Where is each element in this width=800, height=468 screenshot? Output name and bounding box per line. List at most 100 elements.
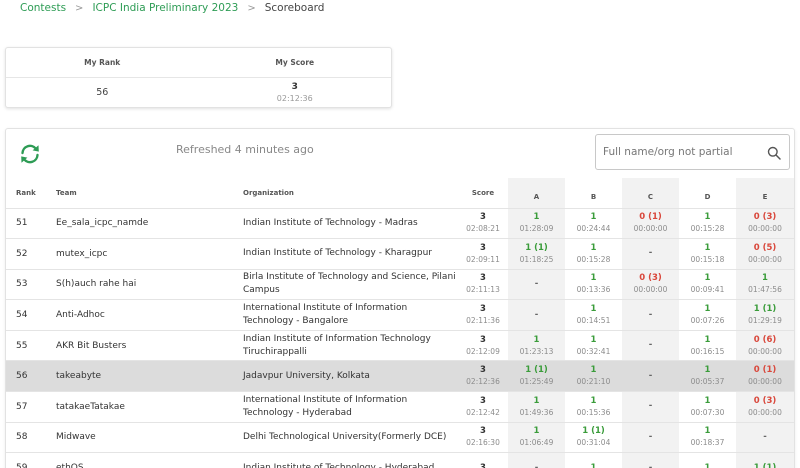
organization-name: International Institute of Information T… (243, 391, 458, 423)
organization-name: Indian Institute of Technology - Kharagp… (243, 238, 458, 270)
column-header-problem-b[interactable]: B (565, 178, 622, 209)
column-header-rank[interactable]: Rank (6, 178, 56, 209)
score-cell: 3 02:12:09 (458, 330, 508, 362)
problem-time: 01:23:13 (519, 346, 554, 356)
problem-result: 1 (590, 304, 597, 315)
problem-result: 1 (590, 365, 597, 376)
problem-time: 00:00:00 (633, 224, 668, 234)
problem-result: 1 (590, 212, 597, 223)
problem-result: - (648, 370, 653, 381)
table-row: 58 Midwave Delhi Technological University(… (6, 422, 794, 454)
problem-result: 1 (704, 365, 711, 376)
problem-result: 1 (1) (753, 304, 777, 315)
problem-cell-b: 1 00:32:41 (565, 330, 622, 362)
problem-result: 1 (590, 242, 597, 253)
rank-cell: 57 (6, 391, 56, 423)
problem-cell-c: - (622, 330, 679, 362)
breadcrumb-current: Scoreboard (264, 2, 325, 14)
column-header-organization[interactable]: Organization (243, 178, 458, 209)
problem-cell-d: 1 00:05:37 (679, 360, 736, 393)
column-header-problem-e[interactable]: E (736, 178, 794, 209)
search-box (595, 134, 790, 170)
column-header-team[interactable]: Team (56, 178, 243, 209)
my-rank-value: 56 (96, 87, 109, 98)
table-row: 55 AKR Bit Busters Indian Institute of Inf… (6, 330, 794, 362)
score-time: 02:11:13 (466, 285, 500, 295)
column-header-problem-a[interactable]: A (508, 178, 565, 209)
rank-cell: 53 (6, 269, 56, 301)
problem-cell-b: 1 00:14:51 (565, 299, 622, 331)
problem-time: 00:15:36 (576, 407, 611, 417)
problem-cell-b: 1 00:24:44 (565, 208, 622, 240)
problem-result: 0 (1) (639, 212, 662, 223)
score-value: 3 (480, 212, 486, 223)
problem-cell-e: 0 (1) 00:00:00 (736, 360, 794, 393)
problem-result: 1 (704, 395, 711, 406)
refresh-icon[interactable] (18, 142, 42, 166)
problem-result: 1 (590, 273, 597, 284)
problem-cell-a: 1 (1) 01:18:25 (508, 238, 565, 270)
problem-result: 1 (1) (582, 426, 605, 437)
problem-time: 01:28:09 (519, 224, 554, 234)
problem-cell-c: - (622, 422, 679, 454)
rank-cell: 59 (6, 452, 56, 468)
problem-time: 01:06:49 (519, 438, 554, 448)
problem-time: 00:18:37 (690, 438, 725, 448)
rank-cell: 54 (6, 299, 56, 331)
search-icon[interactable] (767, 146, 781, 160)
problem-result: 0 (5) (753, 242, 777, 253)
score-time: 02:12:09 (466, 346, 500, 356)
organization-name: Indian Institute of Information Technolo… (243, 330, 458, 362)
breadcrumb-separator: > (247, 2, 256, 14)
problem-cell-e: 0 (3) 00:00:00 (736, 391, 794, 423)
problem-result: 0 (3) (639, 273, 662, 284)
organization-name: Jadavpur University, Kolkata (243, 360, 458, 393)
score-time: 02:09:11 (466, 254, 500, 264)
problem-result: 1 (704, 426, 711, 437)
team-name[interactable]: takeabyte (56, 360, 243, 393)
column-header-score[interactable]: Score (458, 178, 508, 209)
problem-result: 1 (762, 273, 768, 284)
problem-result: - (534, 309, 539, 320)
team-name[interactable]: Ee_sala_icpc_namde (56, 208, 243, 240)
organization-name: Birla Institute of Technology and Scienc… (243, 269, 458, 301)
problem-time: 00:07:26 (690, 316, 725, 326)
my-summary-values: 56 3 02:12:36 (6, 78, 391, 108)
breadcrumb-contests-link[interactable]: Contests (20, 2, 66, 14)
problem-cell-b: 1 (1) 00:31:04 (565, 422, 622, 454)
problem-time: 00:13:36 (576, 285, 611, 295)
column-header-problem-d[interactable]: D (679, 178, 736, 209)
team-name[interactable]: AKR Bit Busters (56, 330, 243, 362)
team-name[interactable]: Anti-Adhoc (56, 299, 243, 331)
problem-result: 1 (1) (525, 242, 548, 253)
problem-cell-e: 1 (1) (736, 452, 794, 468)
column-header-problem-c[interactable]: C (622, 178, 679, 209)
score-time: 02:08:21 (466, 224, 500, 234)
my-summary-header: My Rank My Score (6, 48, 391, 78)
problem-cell-e: - (736, 422, 794, 454)
problem-cell-c: - (622, 452, 679, 468)
team-name[interactable]: tatakaeTatakae (56, 391, 243, 423)
score-value: 3 (480, 426, 486, 437)
problem-time: 00:14:51 (576, 316, 611, 326)
team-name[interactable]: ethOS (56, 452, 243, 468)
problem-result: 1 (704, 212, 711, 223)
scoreboard-body: 51 Ee_sala_icpc_namde Indian Institute of … (6, 208, 794, 468)
score-cell: 3 02:12:36 (458, 360, 508, 393)
problem-cell-a: 1 01:49:36 (508, 391, 565, 423)
problem-result: - (648, 462, 653, 468)
problem-cell-b: 1 00:21:10 (565, 360, 622, 393)
team-name[interactable]: mutex_icpc (56, 238, 243, 270)
problem-cell-d: 1 (679, 452, 736, 468)
breadcrumb-contest-link[interactable]: ICPC India Preliminary 2023 (92, 2, 238, 14)
score-cell: 3 02:08:21 (458, 208, 508, 240)
problem-cell-e: 0 (3) 00:00:00 (736, 208, 794, 240)
problem-time: 00:00:00 (748, 407, 782, 417)
problem-cell-a: - (508, 299, 565, 331)
team-name[interactable]: Midwave (56, 422, 243, 454)
score-time: 02:12:36 (466, 377, 500, 387)
team-name[interactable]: S(h)auch rahe hai (56, 269, 243, 301)
table-row: 53 S(h)auch rahe hai Birla Institute of Te… (6, 269, 794, 301)
score-cell: 3 02:09:11 (458, 238, 508, 270)
search-input[interactable] (603, 143, 753, 161)
